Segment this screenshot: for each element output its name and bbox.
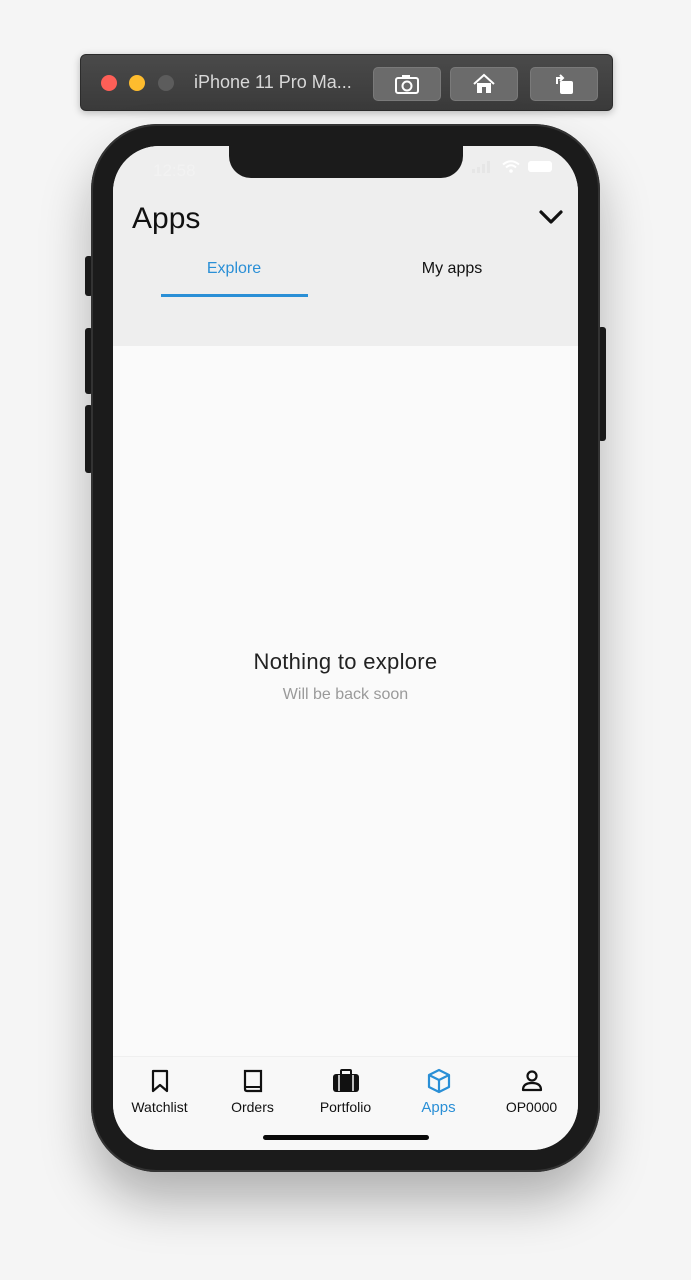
nav-item-apps[interactable]: Apps [392, 1067, 485, 1116]
home-indicator[interactable] [263, 1135, 429, 1140]
cube-icon [427, 1068, 450, 1094]
status-icons [472, 160, 552, 173]
notch [229, 146, 463, 178]
page-title: Apps [132, 202, 201, 235]
close-window-button[interactable] [101, 75, 117, 91]
nav-item-profile[interactable]: OP0000 [485, 1067, 578, 1115]
empty-state-subtitle: Will be back soon [282, 686, 409, 703]
tab-my-apps[interactable]: My apps [379, 260, 525, 278]
nav-label: Apps [421, 1099, 456, 1116]
minimize-window-button[interactable] [129, 75, 145, 91]
zoom-window-button[interactable] [158, 75, 174, 91]
chevron-down-icon [539, 210, 563, 224]
nav-item-watchlist[interactable]: Watchlist [113, 1067, 206, 1115]
collapse-button[interactable] [538, 208, 564, 231]
empty-state-title: Nothing to explore [253, 649, 438, 674]
phone-screen: Apps Explore My apps 12:58 Nothing to ex… [113, 146, 578, 1150]
briefcase-icon [332, 1069, 359, 1092]
tab-indicator [161, 294, 308, 297]
status-time: 12:58 [153, 161, 196, 180]
rotate-button[interactable] [530, 67, 598, 101]
bookmark-icon [151, 1069, 168, 1093]
nav-label: Portfolio [319, 1099, 372, 1115]
rotate-icon [556, 74, 573, 94]
wifi-icon [502, 160, 520, 173]
home-icon [473, 73, 495, 93]
nav-item-orders[interactable]: Orders [206, 1067, 299, 1115]
simulator-title: iPhone 11 Pro Ma... [194, 72, 352, 92]
signal-icon [472, 160, 490, 173]
user-icon [521, 1070, 542, 1092]
nav-label: Orders [231, 1099, 274, 1115]
nav-label: Watchlist [131, 1099, 188, 1115]
battery-icon [528, 161, 552, 172]
simulator-toolbar: iPhone 11 Pro Ma... [80, 54, 613, 111]
tab-explore[interactable]: Explore [161, 260, 307, 278]
book-icon [243, 1069, 262, 1093]
nav-label: OP0000 [505, 1099, 558, 1115]
nav-item-portfolio[interactable]: Portfolio [299, 1067, 392, 1115]
camera-icon [395, 75, 419, 94]
screenshot-button[interactable] [373, 67, 441, 101]
home-button[interactable] [450, 67, 518, 101]
